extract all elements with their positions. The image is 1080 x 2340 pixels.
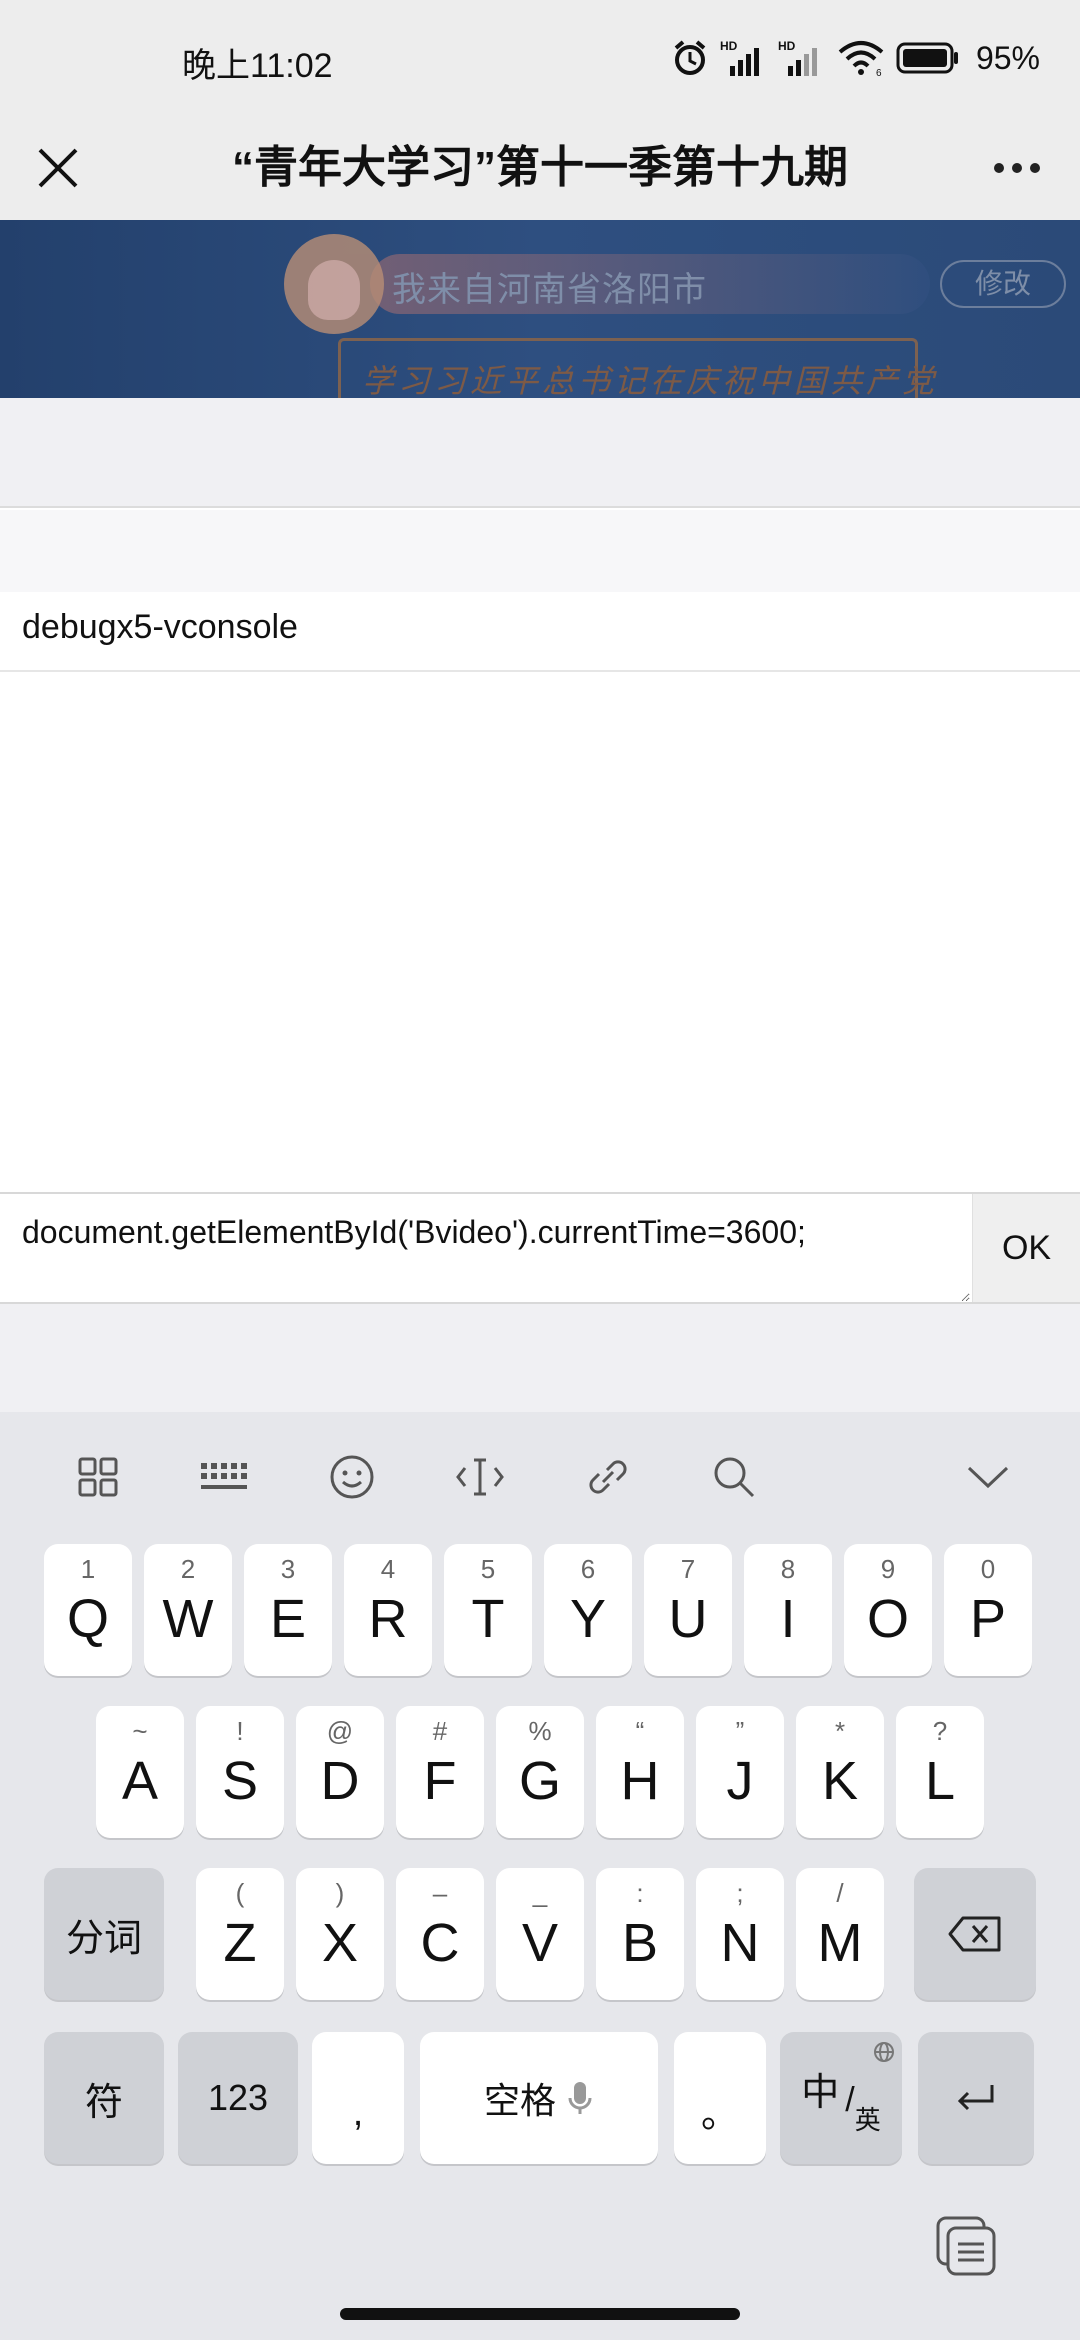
svg-text:HD: HD: [778, 39, 796, 53]
key-e[interactable]: 3E: [244, 1544, 332, 1676]
key-u[interactable]: 7U: [644, 1544, 732, 1676]
enter-key[interactable]: [918, 2032, 1034, 2164]
edit-location-button[interactable]: 修改: [940, 260, 1066, 308]
key-k[interactable]: * K: [796, 1706, 884, 1838]
key-o[interactable]: 9O: [844, 1544, 932, 1676]
key-y[interactable]: 6Y: [544, 1544, 632, 1676]
period-key[interactable]: 。: [674, 2032, 766, 2164]
key-b[interactable]: :B: [596, 1868, 684, 2000]
search-icon: [714, 1457, 755, 1498]
key-v[interactable]: _ V: [496, 1868, 584, 2000]
status-time: 晚上11:02: [182, 47, 333, 85]
keyboard-layout-button[interactable]: [194, 1452, 254, 1502]
language-switch-key[interactable]: 中 / 英: [780, 2032, 902, 2164]
key-r[interactable]: 4R: [344, 1544, 432, 1676]
key-g[interactable]: % G: [496, 1706, 584, 1838]
more-dot: [1030, 163, 1040, 173]
link-icon: [589, 1460, 627, 1494]
key-h[interactable]: “H: [596, 1706, 684, 1838]
clipboard-button[interactable]: [934, 2214, 1000, 2280]
emoji-icon: [330, 1455, 374, 1499]
wifi-icon: 6: [838, 41, 884, 78]
home-indicator[interactable]: [340, 2308, 740, 2320]
comma-key[interactable]: ,: [312, 2032, 404, 2164]
apps-grid-button[interactable]: [68, 1452, 128, 1502]
close-button[interactable]: [28, 138, 88, 198]
key-z[interactable]: (Z: [196, 1868, 284, 2000]
keyboard-icon: [201, 1463, 247, 1489]
search-button[interactable]: [704, 1452, 764, 1502]
battery-icon: [896, 42, 958, 74]
battery-percent: 95%: [975, 39, 1040, 76]
signal-hd-icon: HD: [720, 39, 759, 76]
alarm-icon: [674, 40, 706, 75]
page-title: “青年大学习”第十一季第十九期: [232, 143, 848, 192]
page-banner: 我来自河南省洛阳市 修改 学习习近平总书记在庆祝中国共产党: [0, 220, 1080, 398]
space-key[interactable]: 空格: [420, 2032, 658, 2164]
console-output-area: [0, 674, 1080, 1192]
key-x[interactable]: ) X: [296, 1868, 384, 2000]
key-l[interactable]: ? L: [896, 1706, 984, 1838]
status-icons: HD HD 6 95%: [670, 36, 1040, 80]
segment-key[interactable]: 分词: [44, 1868, 164, 2000]
console-ok-button[interactable]: OK: [972, 1194, 1080, 1302]
key-j[interactable]: ” J: [696, 1706, 784, 1838]
cursor-edit-button[interactable]: [450, 1452, 510, 1502]
banner-slogan: 学习习近平总书记在庆祝中国共产党: [362, 362, 939, 398]
key-a[interactable]: ~ A: [96, 1706, 184, 1838]
nav-bar: “青年大学习”第十一季第十九期: [0, 118, 1080, 220]
more-dot: [1012, 163, 1022, 173]
clipboard-icon: [936, 2216, 996, 2276]
chevron-down-icon: [967, 1466, 1009, 1489]
backspace-key[interactable]: [914, 1868, 1036, 2000]
status-bar: 晚上11:02 HD HD 6 95%: [0, 0, 1080, 118]
console-header-band: [0, 398, 1080, 508]
key-t[interactable]: 5T: [444, 1544, 532, 1676]
enter-icon: [957, 2085, 994, 2111]
key-w[interactable]: 2W: [144, 1544, 232, 1676]
symbol-key[interactable]: 符: [44, 2032, 164, 2164]
console-command-bar: document.getElementById('Bvideo').curren…: [0, 1192, 1080, 1304]
key-p[interactable]: 0P: [944, 1544, 1032, 1676]
grid-icon: [78, 1457, 118, 1497]
microphone-icon: [568, 2082, 592, 2114]
key-i[interactable]: 8I: [744, 1544, 832, 1676]
key-q[interactable]: 1Q: [44, 1544, 132, 1676]
svg-text:HD: HD: [720, 39, 738, 53]
collapse-keyboard-button[interactable]: [958, 1452, 1018, 1502]
console-log-text: debugx5-vconsole: [22, 608, 298, 646]
keyboard-toolbar: [0, 1412, 1080, 1538]
close-icon: [38, 148, 78, 188]
more-dot: [994, 163, 1004, 173]
more-button[interactable]: [982, 138, 1052, 198]
signal-hd-icon-2: HD: [778, 39, 817, 76]
globe-icon: [874, 2042, 894, 2062]
key-c[interactable]: – C: [396, 1868, 484, 2000]
avatar: [284, 234, 384, 334]
avatar-figure: [308, 260, 360, 320]
backspace-icon: [948, 1916, 1001, 1952]
number-key[interactable]: 123: [178, 2032, 298, 2164]
console-tab-band: [0, 510, 1080, 592]
key-n[interactable]: ; N: [696, 1868, 784, 2000]
text-cursor-icon: [456, 1458, 504, 1496]
console-command-input[interactable]: document.getElementById('Bvideo').curren…: [0, 1194, 970, 1302]
console-log-row[interactable]: debugx5-vconsole: [0, 592, 1080, 672]
lang-slash: /: [845, 2080, 855, 2119]
key-d[interactable]: @ D: [296, 1706, 384, 1838]
key-f[interactable]: # F: [396, 1706, 484, 1838]
console-footer-band: [0, 1304, 1080, 1412]
soft-keyboard: 1Q 2W 3E 4R 5T 6Y 7U 8I 9O 0P ~ A ! S @ D #…: [0, 1412, 1080, 2340]
emoji-button[interactable]: [322, 1452, 382, 1502]
location-text: 我来自河南省洛阳市: [392, 271, 707, 309]
key-s[interactable]: ! S: [196, 1706, 284, 1838]
key-m[interactable]: / M: [796, 1868, 884, 2000]
svg-text:6: 6: [876, 68, 882, 78]
clipboard-link-button[interactable]: [578, 1452, 638, 1502]
